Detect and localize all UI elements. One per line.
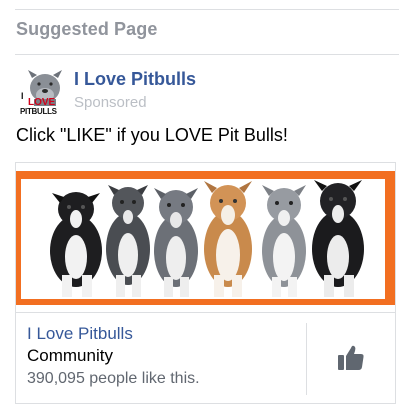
- thumbs-up-icon: [338, 345, 364, 370]
- pitbull-puppies-photo: [16, 163, 395, 312]
- svg-text:I: I: [21, 91, 24, 101]
- top-divider: [15, 9, 399, 10]
- card-category: Community: [27, 346, 113, 365]
- ad-text: Click "LIKE" if you LOVE Pit Bulls!: [16, 125, 288, 145]
- sponsored-label: Sponsored: [74, 94, 147, 111]
- pitbull-logo-icon: I LOVE PITBULLS: [18, 68, 66, 116]
- card-info: I Love Pitbulls Community 390,095 people…: [16, 313, 306, 403]
- card-page-link[interactable]: I Love Pitbulls: [27, 324, 133, 344]
- title-divider: [15, 54, 399, 55]
- card-likes-count: 390,095 people like this.: [27, 370, 200, 387]
- page-avatar[interactable]: I LOVE PITBULLS: [18, 68, 66, 116]
- section-title: Suggested Page: [16, 19, 158, 39]
- page-name-link[interactable]: I Love Pitbulls: [74, 69, 196, 90]
- svg-text:PITBULLS: PITBULLS: [20, 107, 58, 116]
- like-button[interactable]: [307, 313, 395, 403]
- ad-image[interactable]: [16, 163, 395, 312]
- ad-card: I Love Pitbulls Community 390,095 people…: [15, 162, 396, 404]
